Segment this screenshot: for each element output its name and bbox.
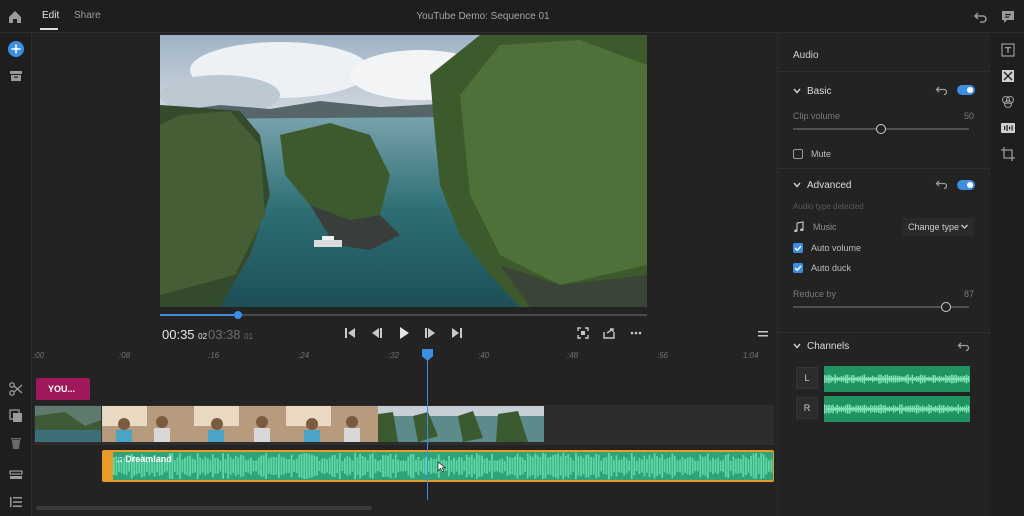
clip-volume-label: Clip volume — [793, 111, 841, 121]
divider — [778, 168, 990, 169]
channel-right-label: R — [796, 397, 818, 419]
transitions-icon[interactable] — [1000, 68, 1016, 84]
total-duration: 03:38 01 — [208, 327, 254, 342]
reset-icon[interactable] — [935, 84, 949, 96]
channel-left-waveform — [824, 366, 970, 392]
ruler-tick: :48 — [567, 351, 579, 360]
play-icon[interactable] — [397, 326, 411, 340]
reset-icon[interactable] — [935, 178, 949, 190]
ruler-tick: :40 — [478, 351, 490, 360]
add-circle-icon[interactable] — [7, 40, 25, 58]
audio-panel — [777, 33, 990, 516]
divider — [778, 332, 990, 333]
scrub-progress — [160, 314, 238, 316]
scrub-handle[interactable] — [233, 311, 242, 319]
audio-clip-label: ♫ Dreamland — [116, 454, 172, 464]
share-export-icon[interactable] — [602, 326, 616, 340]
clip-volume-knob[interactable] — [876, 124, 886, 134]
ruler-tick: :32 — [388, 351, 400, 360]
title-clip[interactable]: YOU... — [36, 378, 90, 400]
chevron-down-icon[interactable] — [792, 86, 802, 96]
color-icon[interactable] — [1000, 94, 1016, 110]
ruler-tick: :16 — [208, 351, 220, 360]
fit-frame-icon[interactable] — [576, 326, 590, 340]
undo-icon[interactable] — [972, 8, 990, 26]
audio-type-label: Music — [813, 222, 837, 232]
crop-icon[interactable] — [1000, 146, 1016, 162]
change-type-dropdown[interactable]: Change type — [902, 218, 974, 236]
music-note-icon: ♫ — [116, 454, 126, 464]
titles-icon[interactable] — [1000, 42, 1016, 58]
video-preview[interactable] — [160, 35, 647, 307]
reduce-by-label: Reduce by — [793, 289, 837, 299]
list-icon[interactable] — [7, 493, 25, 511]
video-clip-3[interactable] — [378, 406, 544, 442]
reduce-by-value: 87 — [964, 289, 975, 299]
chevron-down-icon[interactable] — [792, 341, 802, 351]
mute-label: Mute — [811, 149, 832, 159]
skip-to-start-icon[interactable] — [343, 326, 357, 340]
duplicate-icon[interactable] — [7, 407, 25, 425]
ruler-tick: :56 — [657, 351, 669, 360]
active-tab-indicator — [40, 28, 58, 30]
music-note-icon — [793, 221, 805, 233]
panel-title: Audio — [793, 50, 819, 61]
playhead-line — [427, 352, 428, 500]
video-clip-2[interactable] — [102, 406, 378, 442]
video-clip-1[interactable] — [35, 406, 101, 442]
media-bin-icon[interactable] — [7, 67, 25, 85]
auto-volume-checkbox[interactable] — [793, 243, 803, 253]
ruler-tick: :24 — [298, 351, 310, 360]
channel-right-waveform — [824, 396, 970, 422]
chevron-down-icon[interactable] — [792, 180, 802, 190]
audio-panel-icon[interactable] — [1000, 120, 1016, 136]
skip-to-end-icon[interactable] — [450, 326, 464, 340]
ruler-tick: 1:04 — [743, 351, 759, 360]
reset-icon[interactable] — [957, 340, 971, 352]
chevron-down-icon — [960, 222, 969, 231]
more-options-icon[interactable] — [629, 326, 643, 340]
timeline-scrollbar[interactable] — [36, 506, 372, 510]
basic-toggle[interactable] — [957, 85, 975, 95]
step-back-icon[interactable] — [370, 326, 384, 340]
audio-type-detected-label: Audio type detected — [793, 202, 864, 211]
divider — [778, 71, 990, 72]
trash-icon[interactable] — [7, 434, 25, 452]
step-forward-icon[interactable] — [423, 326, 437, 340]
chat-bubble-icon[interactable] — [999, 8, 1017, 26]
section-advanced-title[interactable]: Advanced — [807, 180, 851, 191]
document-title: YouTube Demo: Sequence 01 — [416, 11, 550, 22]
section-basic-title[interactable]: Basic — [807, 86, 831, 97]
clip-volume-value: 50 — [964, 111, 975, 121]
channel-left-label: L — [796, 367, 818, 389]
auto-volume-label: Auto volume — [811, 243, 862, 253]
auto-duck-label: Auto duck — [811, 263, 852, 273]
section-channels-title[interactable]: Channels — [807, 341, 849, 352]
mute-checkbox[interactable] — [793, 149, 803, 159]
ruler-tick: :08 — [119, 351, 131, 360]
advanced-toggle[interactable] — [957, 180, 975, 190]
timeline-menu-icon[interactable] — [756, 327, 770, 341]
ruler-tick: :00 — [33, 351, 45, 360]
current-timecode: 00:35 02 — [162, 327, 208, 342]
scissors-icon[interactable] — [7, 380, 25, 398]
auto-duck-checkbox[interactable] — [793, 263, 803, 273]
mouse-cursor-icon — [437, 461, 447, 473]
track-settings-icon[interactable] — [7, 466, 25, 484]
